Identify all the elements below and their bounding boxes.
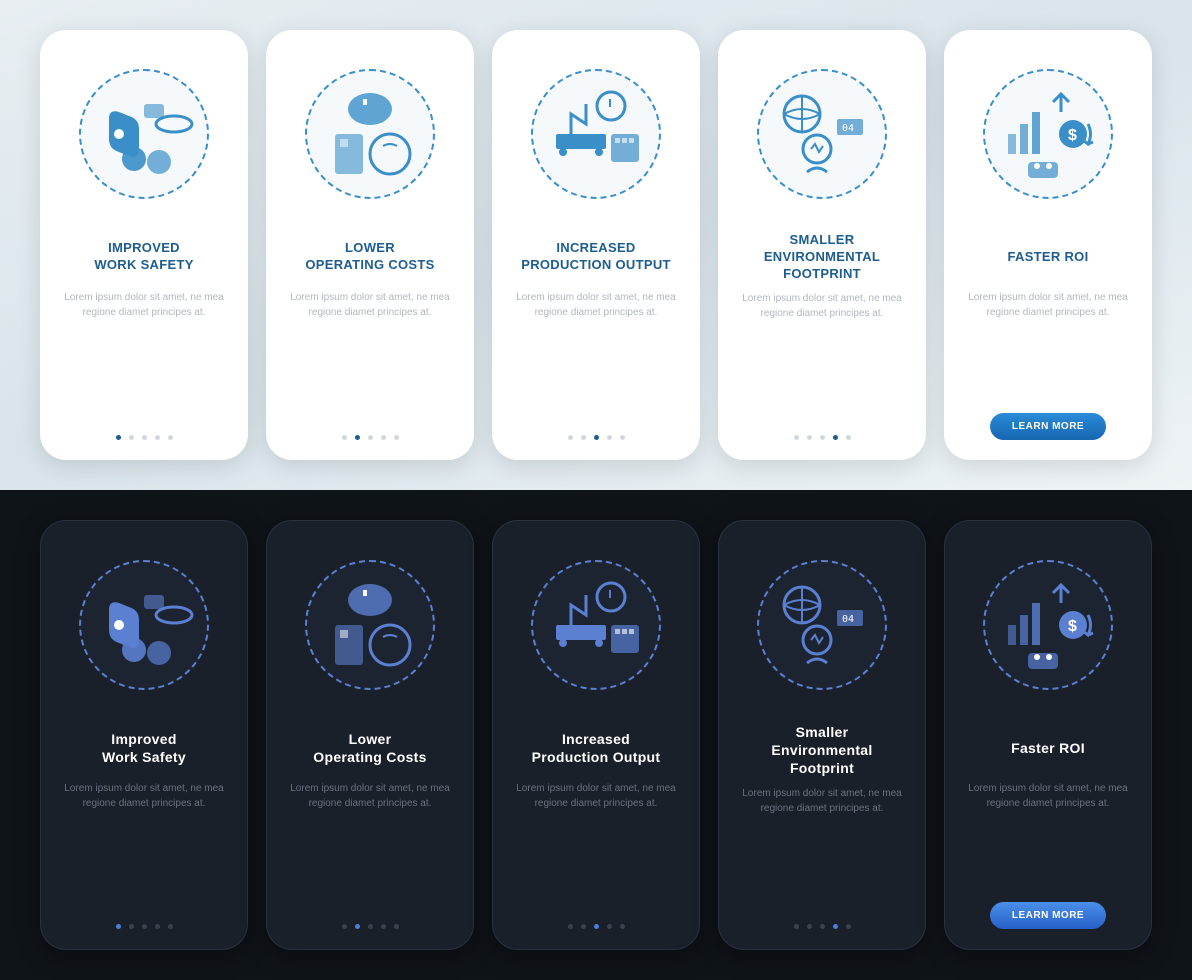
page-dots[interactable]: [568, 435, 625, 440]
screen-title: ImprovedWork Safety: [102, 723, 186, 773]
screen-roi[interactable]: FASTER ROI Lorem ipsum dolor sit amet, n…: [944, 30, 1152, 460]
screen-title: LowerOperating Costs: [313, 723, 426, 773]
illustration: [742, 54, 902, 214]
screen-title: FASTER ROI: [1007, 232, 1088, 282]
costs-icon: [315, 575, 425, 675]
page-dots[interactable]: [116, 435, 173, 440]
screen-body: Lorem ipsum dolor sit amet, ne mea regio…: [507, 781, 685, 837]
screen-body: Lorem ipsum dolor sit amet, ne mea regio…: [958, 290, 1138, 346]
page-dots[interactable]: [116, 924, 173, 929]
screen-title: INCREASEDPRODUCTION OUTPUT: [521, 232, 671, 282]
onboarding-dark-row: ImprovedWork Safety Lorem ipsum dolor si…: [0, 490, 1192, 980]
production-icon: [541, 575, 651, 675]
screen-title: LOWEROPERATING COSTS: [305, 232, 434, 282]
page-dots[interactable]: [568, 924, 625, 929]
screen-body: Lorem ipsum dolor sit amet, ne mea regio…: [506, 290, 686, 346]
screen-body: Lorem ipsum dolor sit amet, ne mea regio…: [54, 290, 234, 346]
screen-environment[interactable]: SMALLERENVIRONMENTALFOOTPRINT Lorem ipsu…: [718, 30, 926, 460]
page-dots[interactable]: [342, 435, 399, 440]
safety-icon: [89, 575, 199, 675]
learn-more-button[interactable]: LEARN MORE: [990, 902, 1106, 929]
screen-body: Lorem ipsum dolor sit amet, ne mea regio…: [733, 786, 911, 842]
screen-title: IncreasedProduction Output: [532, 723, 661, 773]
illustration: [742, 545, 902, 705]
environment-icon: [767, 84, 877, 184]
page-dots[interactable]: [794, 435, 851, 440]
screen-title: Faster ROI: [1011, 723, 1085, 773]
screen-body: Lorem ipsum dolor sit amet, ne mea regio…: [55, 781, 233, 837]
learn-more-button[interactable]: LEARN MORE: [990, 413, 1106, 440]
illustration: [968, 54, 1128, 214]
illustration: [516, 54, 676, 214]
page-dots[interactable]: [342, 924, 399, 929]
screen-title: IMPROVEDWORK SAFETY: [94, 232, 193, 282]
screen-body: Lorem ipsum dolor sit amet, ne mea regio…: [959, 781, 1137, 837]
screen-costs[interactable]: LOWEROPERATING COSTS Lorem ipsum dolor s…: [266, 30, 474, 460]
roi-icon: [993, 575, 1103, 675]
environment-icon: [767, 575, 877, 675]
screen-body: Lorem ipsum dolor sit amet, ne mea regio…: [280, 290, 460, 346]
roi-icon: [993, 84, 1103, 184]
screen-roi[interactable]: Faster ROI Lorem ipsum dolor sit amet, n…: [944, 520, 1152, 950]
costs-icon: [315, 84, 425, 184]
onboarding-light-row: IMPROVEDWORK SAFETY Lorem ipsum dolor si…: [0, 0, 1192, 490]
screen-body: Lorem ipsum dolor sit amet, ne mea regio…: [732, 291, 912, 347]
screen-body: Lorem ipsum dolor sit amet, ne mea regio…: [281, 781, 459, 837]
illustration: [290, 545, 450, 705]
illustration: [516, 545, 676, 705]
screen-production[interactable]: INCREASEDPRODUCTION OUTPUT Lorem ipsum d…: [492, 30, 700, 460]
illustration: [64, 545, 224, 705]
screen-safety[interactable]: IMPROVEDWORK SAFETY Lorem ipsum dolor si…: [40, 30, 248, 460]
page-dots[interactable]: [794, 924, 851, 929]
illustration: [64, 54, 224, 214]
illustration: [290, 54, 450, 214]
screen-production[interactable]: IncreasedProduction Output Lorem ipsum d…: [492, 520, 700, 950]
screen-title: SmallerEnvironmentalFootprint: [771, 723, 872, 778]
screen-costs[interactable]: LowerOperating Costs Lorem ipsum dolor s…: [266, 520, 474, 950]
screen-title: SMALLERENVIRONMENTALFOOTPRINT: [764, 232, 880, 283]
screen-environment[interactable]: SmallerEnvironmentalFootprint Lorem ipsu…: [718, 520, 926, 950]
safety-icon: [89, 84, 199, 184]
illustration: [968, 545, 1128, 705]
screen-safety[interactable]: ImprovedWork Safety Lorem ipsum dolor si…: [40, 520, 248, 950]
production-icon: [541, 84, 651, 184]
